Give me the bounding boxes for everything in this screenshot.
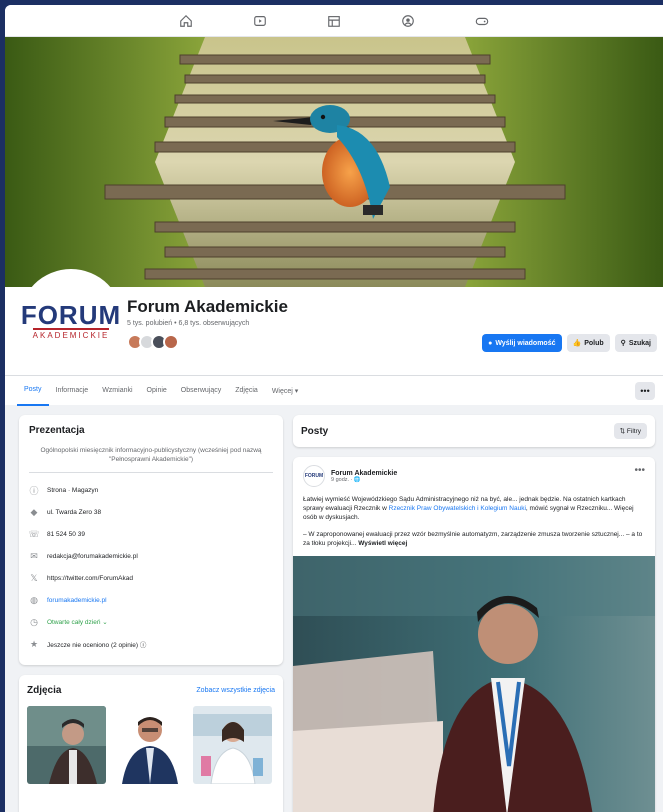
see-all-photos-link[interactable]: Zobacz wszystkie zdjęcia xyxy=(196,687,275,694)
search-icon: ⚲ xyxy=(620,340,626,347)
tab-about[interactable]: Informacje xyxy=(49,376,96,406)
follower-avatars[interactable] xyxy=(127,334,179,350)
send-message-label: Wyślij wiadomość xyxy=(495,339,556,347)
video-icon[interactable] xyxy=(223,5,297,37)
page-avatar[interactable]: FORUM AKADEMICKIE xyxy=(19,269,123,373)
clock-icon: ◷ xyxy=(30,616,38,627)
intro-card: Prezentacja Ogólnopolski miesięcznik inf… xyxy=(19,415,283,665)
cover-photo[interactable] xyxy=(5,37,663,287)
tab-photos[interactable]: Zdjęcia xyxy=(228,376,265,406)
tab-followers[interactable]: Obserwujący xyxy=(174,376,228,406)
groups-icon[interactable] xyxy=(371,5,445,37)
post-card: FORUM Forum Akademickie 9 godz. · 🌐 ••• … xyxy=(293,457,655,812)
thumbs-up-icon: 👍 xyxy=(572,340,582,347)
intro-detail-text: Jeszcze nie oceniono (2 opinie) ⓘ xyxy=(47,642,147,649)
photo-thumbnail[interactable] xyxy=(110,706,189,784)
ellipsis-icon: ••• xyxy=(634,465,645,476)
star-icon: ★ xyxy=(29,638,39,649)
post-body: Łatwiej wymieść Wojewódzkiego Sądu Admin… xyxy=(293,487,655,522)
search-label: Szukaj xyxy=(628,339,651,347)
post-image[interactable] xyxy=(293,556,655,812)
x-icon: 𝕏 xyxy=(30,572,38,583)
logo-subtext: AKADEMICKIE xyxy=(32,328,110,340)
right-column: Posty ⇅ Filtry FORUM Forum Akademickie 9… xyxy=(293,415,655,812)
intro-detail-row: ☏ 81 524 50 39 xyxy=(28,523,273,545)
page-tabs: Posty Informacje Wzmianki Opinie Obserwu… xyxy=(5,375,663,406)
intro-detail-text: ul. Twarda Zero 38 xyxy=(47,508,102,516)
post-mention-link[interactable]: Rzecznik Praw Obywatelskich i Kolegium N… xyxy=(389,505,526,512)
intro-detail-row[interactable]: ◍ forumakademickie.pl xyxy=(29,589,273,611)
post-author[interactable]: Forum Akademickie xyxy=(331,470,397,477)
filters-button[interactable]: ⇅ Filtry xyxy=(613,423,647,439)
post-body-continued: – W zaproponowanej ewaluacji przez wzór … xyxy=(293,522,655,548)
post-timestamp[interactable]: 9 godz. · 🌐 xyxy=(331,477,397,483)
like-label: Polub xyxy=(584,339,604,347)
photos-header: Zdjęcia Zobacz wszystkie zdjęcia xyxy=(27,685,275,696)
photo-image xyxy=(110,706,189,784)
intro-detail-row: ✉ redakcja@forumakademickie.pl xyxy=(29,545,273,567)
intro-detail-text: Strona · Magazyn xyxy=(47,486,99,494)
page-header: FORUM AKADEMICKIE Forum Akademickie 5 ty… xyxy=(5,269,663,375)
intro-detail-row: ★ Jeszcze nie oceniono (2 opinie) ⓘ xyxy=(29,633,273,655)
page-stats[interactable]: 5 tys. polubień • 6,8 tys. obserwujących xyxy=(127,320,249,327)
intro-detail-row: ⓘ Strona · Magazyn xyxy=(29,479,273,501)
page-content: Prezentacja Ogólnopolski miesięcznik inf… xyxy=(5,405,663,812)
posts-header: Posty ⇅ Filtry xyxy=(293,415,655,447)
page-title[interactable]: Forum Akademickie xyxy=(127,297,288,317)
page-actions: ● Wyślij wiadomość 👍 Polub ⚲ Szukaj xyxy=(482,334,657,352)
intro-detail-text[interactable]: Otwarte cały dzień ⌄ xyxy=(47,618,108,626)
gaming-icon[interactable] xyxy=(445,5,519,37)
ellipsis-icon: ••• xyxy=(640,386,650,396)
intro-detail-text: redakcja@forumakademickie.pl xyxy=(47,552,138,560)
post-photo xyxy=(293,556,655,812)
info-icon: ⓘ xyxy=(29,485,39,496)
cover-image-kingfisher xyxy=(5,37,663,287)
location-icon: ◆ xyxy=(30,506,38,517)
phone-icon: ☏ xyxy=(28,528,40,539)
top-navigation xyxy=(5,5,663,37)
intro-description: Ogólnopolski miesięcznik informacyjno-pu… xyxy=(29,446,273,473)
photo-image xyxy=(193,706,272,784)
avatar xyxy=(163,334,179,350)
photo-image xyxy=(27,706,106,784)
home-icon[interactable] xyxy=(149,5,223,37)
posts-title: Posty xyxy=(301,425,329,437)
intro-detail-text: 81 524 50 39 xyxy=(47,530,85,538)
photos-title: Zdjęcia xyxy=(27,685,62,696)
photos-card: Zdjęcia Zobacz wszystkie zdjęcia xyxy=(19,675,283,812)
tab-posts[interactable]: Posty xyxy=(17,376,49,406)
post-author-avatar[interactable]: FORUM xyxy=(303,465,325,487)
messenger-icon: ● xyxy=(488,339,493,347)
post-options-button[interactable]: ••• xyxy=(634,465,645,476)
tab-reviews[interactable]: Opinie xyxy=(140,376,174,406)
intro-detail-row: 𝕏https://twitter.com/ForumAkad xyxy=(29,567,273,589)
intro-title: Prezentacja xyxy=(29,425,85,436)
see-more-link[interactable]: Wyświetl więcej xyxy=(358,540,407,547)
send-message-button[interactable]: ● Wyślij wiadomość xyxy=(482,334,562,352)
tab-more[interactable]: Więcej ▾ xyxy=(265,376,305,406)
intro-detail-row[interactable]: ◷ Otwarte cały dzień ⌄ xyxy=(29,611,273,633)
intro-detail-text: https://twitter.com/ForumAkad xyxy=(47,574,133,582)
mail-icon: ✉ xyxy=(30,550,38,561)
photo-thumbnail[interactable] xyxy=(193,706,272,784)
search-button[interactable]: ⚲ Szukaj xyxy=(614,334,657,352)
like-button[interactable]: 👍 Polub xyxy=(566,334,610,352)
photo-grid xyxy=(27,706,275,784)
post-header: FORUM Forum Akademickie 9 godz. · 🌐 ••• xyxy=(293,465,655,487)
logo-text: FORUM xyxy=(20,300,122,330)
photo-thumbnail[interactable] xyxy=(27,706,106,784)
tab-mentions[interactable]: Wzmianki xyxy=(95,376,139,406)
post-text-part: – W zaproponowanej ewaluacji przez wzór … xyxy=(303,531,643,547)
marketplace-icon[interactable] xyxy=(297,5,371,37)
intro-detail-row: ◆ ul. Twarda Zero 38 xyxy=(29,501,273,523)
more-options-button[interactable]: ••• xyxy=(635,382,655,400)
left-column: Prezentacja Ogólnopolski miesięcznik inf… xyxy=(19,415,283,812)
facebook-page-window: FORUM AKADEMICKIE Forum Akademickie 5 ty… xyxy=(5,5,663,812)
globe-icon: ◍ xyxy=(30,594,38,605)
intro-details: ⓘ Strona · Magazyn ◆ ul. Twarda Zero 38 ☏ 81 … xyxy=(28,479,273,655)
intro-detail-text[interactable]: forumakademickie.pl xyxy=(47,597,107,604)
